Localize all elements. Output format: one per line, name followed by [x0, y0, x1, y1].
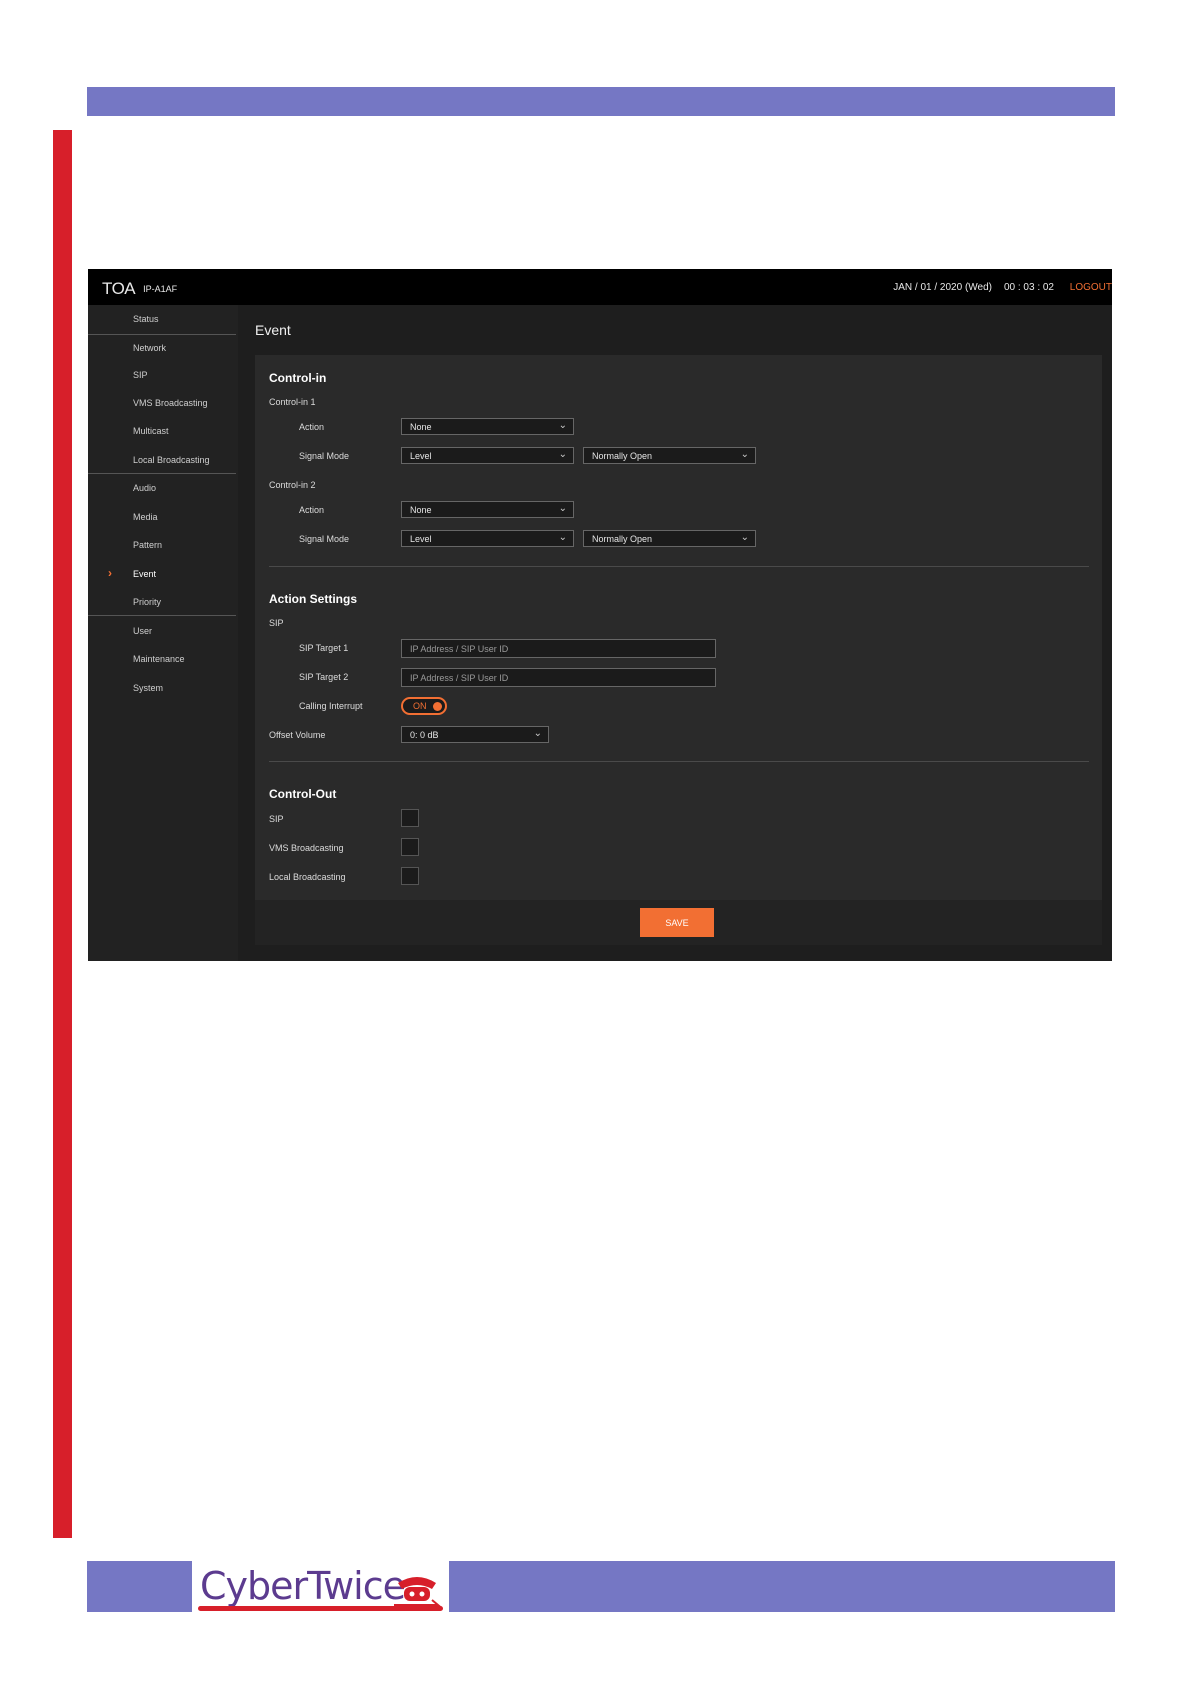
offset-volume-label: Offset Volume	[269, 730, 326, 740]
sidebar-item-label: Local Broadcasting	[133, 455, 210, 465]
sidebar-item-label: Maintenance	[133, 654, 185, 664]
sidebar-item-system[interactable]: System	[88, 674, 236, 702]
control-out-sip-label: SIP	[269, 814, 284, 824]
action-label: Action	[299, 422, 325, 432]
header-band	[87, 87, 1115, 116]
sidebar-item-audio[interactable]: Audio	[88, 474, 236, 502]
calling-interrupt-toggle[interactable]: ON	[401, 697, 447, 715]
chevron-down-icon: ⌄	[740, 532, 749, 543]
chevron-down-icon: ⌄	[740, 449, 749, 460]
sidebar-item-label: Pattern	[133, 540, 163, 550]
date-display: JAN / 01 / 2020 (Wed)	[893, 282, 992, 293]
chevron-right-icon: ›	[108, 566, 112, 580]
sidebar-item-network[interactable]: Network	[88, 334, 236, 362]
sidebar-item-label: Multicast	[133, 426, 169, 436]
select-value: Level	[410, 534, 432, 544]
phone-with-arrow-icon	[394, 1577, 441, 1607]
sip-label: SIP	[269, 618, 284, 628]
time-display: 00 : 03 : 02	[1003, 282, 1054, 293]
model-name: IP-A1AF	[143, 284, 178, 294]
sidebar-item-label: Status	[133, 314, 159, 324]
sidebar-item-event[interactable]: › Event	[88, 560, 236, 588]
sidebar-item-vms-broadcasting[interactable]: VMS Broadcasting	[88, 389, 236, 417]
chevron-down-icon: ⌄	[558, 503, 567, 514]
section-divider	[269, 761, 1089, 762]
sidebar-item-pattern[interactable]: Pattern	[88, 531, 236, 559]
sidebar-item-label: Event	[133, 569, 157, 579]
select-value: None	[410, 505, 432, 515]
sip-target-2-input[interactable]	[401, 668, 716, 687]
sidebar-item-priority[interactable]: Priority	[88, 588, 236, 616]
app-screenshot: TOA IP-A1AF JAN / 01 / 2020 (Wed) 00 : 0…	[88, 269, 1112, 961]
control-in-1-action-select[interactable]: None ⌄	[401, 418, 574, 435]
chevron-down-icon: ⌄	[558, 532, 567, 543]
control-in-2-signal-mode-select[interactable]: Level ⌄	[401, 530, 574, 547]
logo-wordmark: CyberTwice	[200, 1564, 406, 1608]
logout-link[interactable]: LOGOUT	[1070, 282, 1112, 293]
toggle-knob	[433, 702, 442, 711]
chevron-down-icon: ⌄	[533, 728, 542, 739]
sidebar-item-sip[interactable]: SIP	[88, 361, 236, 389]
sip-target-2-label: SIP Target 2	[299, 672, 349, 682]
control-in-1-contact-select[interactable]: Normally Open ⌄	[583, 447, 756, 464]
sidebar-item-label: Network	[133, 343, 167, 353]
sidebar-item-multicast[interactable]: Multicast	[88, 417, 236, 445]
brand-logo: TOA	[102, 279, 136, 298]
control-in-2-action-select[interactable]: None ⌄	[401, 501, 574, 518]
select-value: Normally Open	[592, 451, 653, 461]
control-out-vms-label: VMS Broadcasting	[269, 843, 344, 853]
calling-interrupt-label: Calling Interrupt	[299, 701, 363, 711]
sidebar-item-label: Media	[133, 512, 158, 522]
sidebar-item-maintenance[interactable]: Maintenance	[88, 645, 236, 673]
control-out-heading: Control-Out	[269, 787, 337, 801]
control-in-1-label: Control-in 1	[269, 397, 316, 407]
control-out-local-label: Local Broadcasting	[269, 872, 346, 882]
sidebar-item-user[interactable]: User	[88, 617, 236, 645]
sidebar-item-label: Priority	[133, 597, 162, 607]
page-title: Event	[255, 322, 291, 338]
control-in-1-signal-mode-select[interactable]: Level ⌄	[401, 447, 574, 464]
sidebar-item-label: VMS Broadcasting	[133, 398, 208, 408]
sidebar-divider	[88, 615, 236, 616]
main-content: Event Control-in Control-in 1 Action Non…	[238, 305, 1112, 961]
save-button[interactable]: SAVE	[640, 908, 714, 937]
select-value: Normally Open	[592, 534, 653, 544]
offset-volume-select[interactable]: 0: 0 dB ⌄	[401, 726, 549, 743]
left-accent-bar	[53, 130, 72, 1538]
signal-mode-label: Signal Mode	[299, 534, 350, 544]
control-in-heading: Control-in	[269, 371, 327, 385]
event-panel: Control-in Control-in 1 Action None ⌄ Sig…	[255, 355, 1102, 945]
sidebar-item-media[interactable]: Media	[88, 503, 236, 531]
sidebar: Status Network SIP VMS Broadcasting Mult…	[88, 305, 238, 961]
action-label: Action	[299, 505, 325, 515]
sidebar-item-label: System	[133, 683, 164, 693]
control-out-local-checkbox[interactable]	[401, 867, 419, 885]
brand: TOA IP-A1AF	[102, 279, 177, 299]
control-out-vms-checkbox[interactable]	[401, 838, 419, 856]
signal-mode-label: Signal Mode	[299, 451, 350, 461]
sidebar-item-label: SIP	[133, 370, 148, 380]
sidebar-item-label: Audio	[133, 483, 157, 493]
control-out-sip-checkbox[interactable]	[401, 809, 419, 827]
toggle-state: ON	[413, 701, 427, 711]
cybertwice-logo: CyberTwice	[192, 1561, 449, 1612]
select-value: None	[410, 422, 432, 432]
chevron-down-icon: ⌄	[558, 420, 567, 431]
sidebar-item-status[interactable]: Status	[88, 305, 236, 333]
control-in-2-contact-select[interactable]: Normally Open ⌄	[583, 530, 756, 547]
section-divider	[269, 566, 1089, 567]
select-value: 0: 0 dB	[410, 730, 439, 740]
sip-target-1-label: SIP Target 1	[299, 643, 349, 653]
control-in-2-label: Control-in 2	[269, 480, 316, 490]
sidebar-item-label: User	[133, 626, 153, 636]
sidebar-item-local-broadcasting[interactable]: Local Broadcasting	[88, 446, 236, 474]
select-value: Level	[410, 451, 432, 461]
action-settings-heading: Action Settings	[269, 592, 358, 606]
app-topbar: TOA IP-A1AF JAN / 01 / 2020 (Wed) 00 : 0…	[88, 269, 1112, 305]
chevron-down-icon: ⌄	[558, 449, 567, 460]
sip-target-1-input[interactable]	[401, 639, 716, 658]
